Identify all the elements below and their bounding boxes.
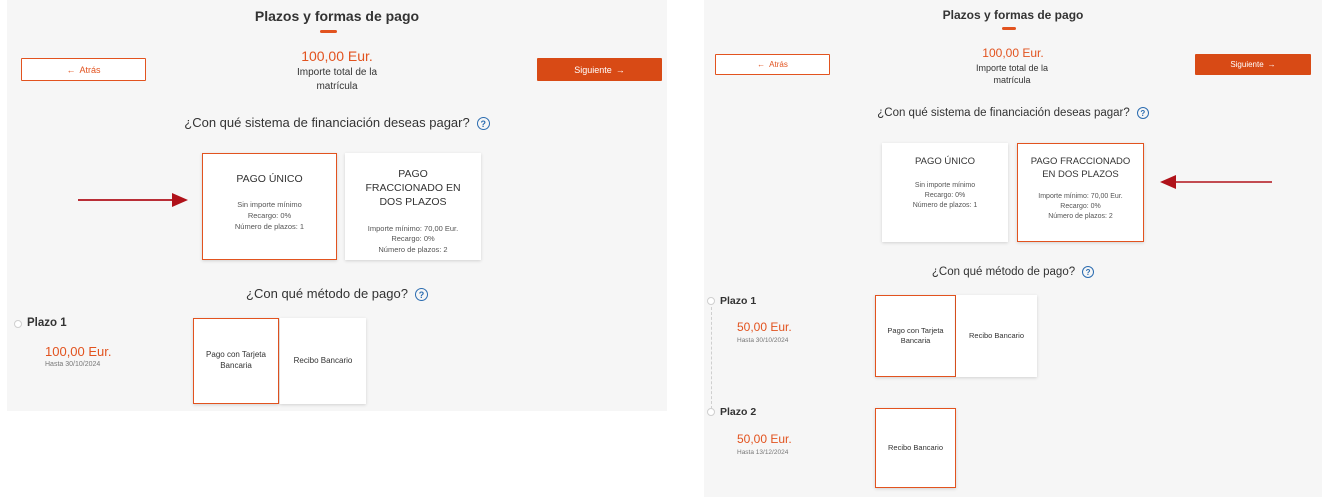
option-detail-surcharge: Recargo: 0% bbox=[391, 234, 435, 244]
plazo-dot-icon bbox=[707, 297, 715, 305]
arrow-left-icon: ← bbox=[66, 64, 76, 75]
option-title: PAGO FRACCIONADO EN DOS PLAZOS bbox=[365, 168, 461, 209]
option-pago-unico[interactable]: PAGO ÚNICO Sin importe mínimo Recargo: 0… bbox=[202, 153, 337, 260]
next-button-label: Siguiente bbox=[574, 64, 612, 75]
page-title: Plazos y formas de pago bbox=[254, 8, 420, 24]
total-amount-label: Importe total de la matrícula bbox=[975, 63, 1049, 86]
plazo-date: Hasta 13/12/2024 bbox=[737, 449, 789, 456]
option-detail-min: Importe mínimo: 70,00 Eur. bbox=[367, 223, 459, 233]
method-card-recibo[interactable]: Recibo Bancario bbox=[875, 408, 956, 488]
back-button[interactable]: ← Atrás bbox=[715, 54, 830, 75]
method-card-recibo[interactable]: Recibo Bancario bbox=[280, 318, 366, 404]
title-underline bbox=[320, 30, 337, 33]
payment-panel-split: Plazos y formas de pago 100,00 Eur. Impo… bbox=[704, 0, 1322, 497]
method-question-text: ¿Con qué método de pago? bbox=[931, 266, 1076, 279]
next-button[interactable]: Siguiente → bbox=[1195, 54, 1311, 75]
option-pago-fraccionado[interactable]: PAGO FRACCIONADO EN DOS PLAZOS Importe m… bbox=[345, 153, 481, 260]
option-title: PAGO ÚNICO bbox=[915, 156, 975, 167]
total-amount-label: Importe total de la matrícula bbox=[296, 67, 378, 92]
option-detail-surcharge: Recargo: 0% bbox=[1060, 202, 1101, 210]
financing-question-text: ¿Con qué sistema de financiación deseas … bbox=[877, 107, 1130, 120]
question-circle-icon[interactable]: ? bbox=[1082, 266, 1095, 278]
method-card-recibo[interactable]: Recibo Bancario bbox=[956, 295, 1037, 377]
option-detail-installments: Número de plazos: 2 bbox=[378, 245, 448, 255]
plazo-amount: 50,00 Eur. bbox=[737, 432, 792, 446]
plazo-label: Plazo 1 bbox=[720, 295, 757, 307]
back-button-label: Atrás bbox=[79, 64, 101, 75]
method-card-tarjeta[interactable]: Pago con Tarjeta Bancaria bbox=[193, 318, 279, 404]
arrow-right-icon: → bbox=[1267, 60, 1276, 69]
option-title: PAGO ÚNICO bbox=[236, 173, 303, 185]
next-button[interactable]: Siguiente → bbox=[537, 58, 662, 81]
question-circle-icon[interactable]: ? bbox=[476, 117, 490, 131]
plazo-label: Plazo 2 bbox=[720, 406, 757, 418]
page-title: Plazos y formas de pago bbox=[942, 8, 1084, 22]
option-detail-installments: Número de plazos: 1 bbox=[234, 221, 305, 231]
plazo-amount: 50,00 Eur. bbox=[737, 320, 792, 334]
back-button[interactable]: ← Atrás bbox=[21, 58, 146, 81]
plazo-date: Hasta 30/10/2024 bbox=[45, 361, 101, 368]
plazo-dot-icon bbox=[707, 408, 715, 416]
option-detail-installments: Número de plazos: 1 bbox=[912, 202, 978, 210]
annotation-arrow-left-icon bbox=[1160, 175, 1272, 189]
next-button-label: Siguiente bbox=[1230, 60, 1264, 69]
back-button-label: Atrás bbox=[769, 60, 788, 69]
option-pago-unico[interactable]: PAGO ÚNICO Sin importe mínimo Recargo: 0… bbox=[882, 143, 1008, 242]
plazo-label: Plazo 1 bbox=[27, 317, 67, 329]
method-card-tarjeta[interactable]: Pago con Tarjeta Bancaria bbox=[875, 295, 956, 377]
option-pago-fraccionado[interactable]: PAGO FRACCIONADO EN DOS PLAZOS Importe m… bbox=[1017, 143, 1144, 242]
option-detail-installments: Número de plazos: 2 bbox=[1048, 212, 1113, 220]
option-detail-min: Sin importe mínimo bbox=[237, 200, 302, 210]
timeline-connector bbox=[711, 307, 712, 409]
financing-question: ¿Con qué sistema de financiación deseas … bbox=[7, 115, 667, 131]
option-detail-surcharge: Recargo: 0% bbox=[924, 191, 966, 199]
plazo-dot-icon bbox=[14, 320, 22, 328]
plazo-date: Hasta 30/10/2024 bbox=[737, 337, 789, 344]
question-circle-icon[interactable]: ? bbox=[1136, 107, 1149, 119]
question-circle-icon[interactable]: ? bbox=[414, 288, 428, 302]
option-detail-min: Sin importe mínimo bbox=[914, 181, 976, 189]
method-question-text: ¿Con qué método de pago? bbox=[246, 286, 408, 301]
option-title: PAGO FRACCIONADO EN DOS PLAZOS bbox=[1030, 156, 1131, 180]
financing-question: ¿Con qué sistema de financiación deseas … bbox=[704, 107, 1322, 119]
arrow-right-icon: → bbox=[615, 64, 625, 75]
annotation-arrow-right-icon bbox=[78, 193, 188, 207]
method-question: ¿Con qué método de pago?? bbox=[7, 286, 667, 302]
plazo-amount: 100,00 Eur. bbox=[45, 344, 112, 359]
title-underline bbox=[1002, 27, 1016, 30]
financing-question-text: ¿Con qué sistema de financiación deseas … bbox=[184, 115, 470, 130]
option-detail-surcharge: Recargo: 0% bbox=[247, 211, 292, 221]
option-detail-min: Importe mínimo: 70,00 Eur. bbox=[1038, 192, 1123, 200]
arrow-left-icon: ← bbox=[757, 60, 766, 69]
method-question: ¿Con qué método de pago?? bbox=[704, 266, 1322, 278]
